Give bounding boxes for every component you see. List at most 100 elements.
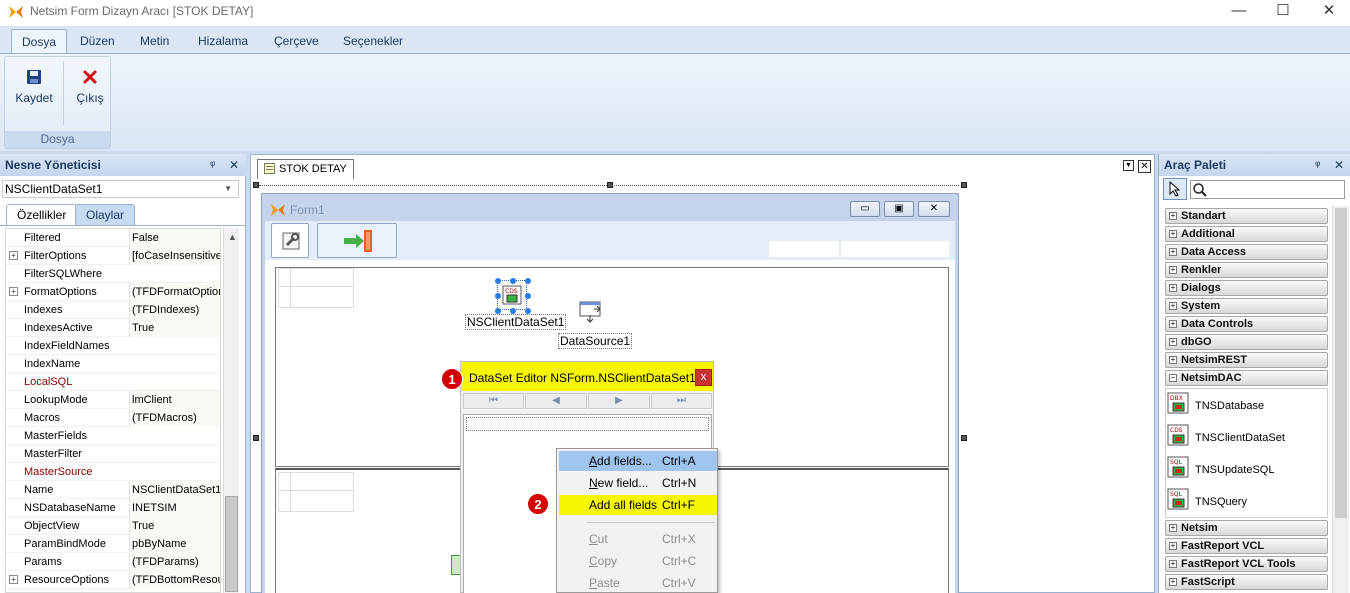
property-value[interactable]: (TFDFormatOption bbox=[129, 283, 220, 301]
scroll-up-icon[interactable]: ▲ bbox=[228, 232, 237, 242]
selection-handle[interactable] bbox=[510, 278, 516, 284]
context-menu-item[interactable]: Add all fields Ctrl+F bbox=[559, 495, 717, 515]
expand-icon[interactable]: + bbox=[1169, 320, 1177, 328]
form-close-button[interactable]: ✕ bbox=[918, 201, 950, 217]
palette-category[interactable]: + NetsimREST bbox=[1165, 352, 1328, 368]
expand-icon[interactable]: + bbox=[1169, 356, 1177, 364]
palette-component[interactable]: SQL TNSUpdateSQL bbox=[1167, 454, 1327, 486]
expand-icon[interactable]: + bbox=[9, 575, 18, 584]
expand-icon[interactable]: + bbox=[1169, 560, 1177, 568]
settings-button[interactable] bbox=[271, 223, 309, 258]
context-menu-item[interactable]: Paste Ctrl+V bbox=[559, 573, 717, 593]
context-menu-item[interactable]: Copy Ctrl+C bbox=[559, 551, 717, 571]
palette-search-field[interactable] bbox=[1190, 180, 1345, 199]
palette-category[interactable]: + Netsim bbox=[1165, 520, 1328, 536]
property-row[interactable]: + ResourceOptions (TFDBottomResour bbox=[6, 571, 220, 589]
form-minimize-button[interactable]: ▭ bbox=[850, 201, 880, 217]
exit-form-button[interactable] bbox=[317, 223, 397, 258]
context-menu-item[interactable]: New field... Ctrl+N bbox=[559, 473, 717, 493]
property-value[interactable]: (TFDIndexes) bbox=[129, 301, 220, 319]
expand-icon[interactable]: + bbox=[1169, 230, 1177, 238]
selection-handle[interactable] bbox=[495, 293, 501, 299]
property-scrollbar[interactable]: ▲ bbox=[223, 228, 239, 593]
form-maximize-button[interactable]: ▣ bbox=[884, 201, 914, 217]
context-menu-item[interactable]: Add fields... Ctrl+A bbox=[559, 451, 717, 471]
palette-category[interactable]: + dbGO bbox=[1165, 334, 1328, 350]
palette-category[interactable]: + Data Access bbox=[1165, 244, 1328, 260]
nav-last-button[interactable]: ⏭ bbox=[651, 393, 712, 409]
property-row[interactable]: ParamBindMode pbByName bbox=[6, 535, 220, 553]
property-value[interactable]: (TFDBottomResour bbox=[129, 571, 220, 589]
property-row[interactable]: ObjectView True bbox=[6, 517, 220, 535]
palette-scrollbar[interactable] bbox=[1332, 206, 1349, 593]
property-grid[interactable]: Filtered False + FilterOptions [foCaseInsens… bbox=[5, 228, 221, 593]
property-row[interactable]: LookupMode lmClient bbox=[6, 391, 220, 409]
property-row[interactable]: MasterFilter bbox=[6, 445, 220, 463]
palette-category[interactable]: + Renkler bbox=[1165, 262, 1328, 278]
close-icon[interactable]: ✕ bbox=[229, 154, 239, 176]
property-row[interactable]: MasterFields bbox=[6, 427, 220, 445]
context-menu-item[interactable]: Cut Ctrl+X bbox=[559, 529, 717, 549]
expand-icon[interactable]: + bbox=[1169, 266, 1177, 274]
property-value[interactable]: pbByName bbox=[129, 535, 220, 553]
palette-category[interactable]: + Data Controls bbox=[1165, 316, 1328, 332]
expand-icon[interactable]: + bbox=[9, 287, 18, 296]
property-row[interactable]: + FormatOptions (TFDFormatOption bbox=[6, 283, 220, 301]
palette-component[interactable]: CDS TNSClientDataSet bbox=[1167, 422, 1327, 454]
property-row[interactable]: NSDatabaseName INETSIM bbox=[6, 499, 220, 517]
palette-category[interactable]: + System bbox=[1165, 298, 1328, 314]
pointer-tool[interactable] bbox=[1163, 178, 1187, 200]
property-row[interactable]: Params (TFDParams) bbox=[6, 553, 220, 571]
selection-handle[interactable] bbox=[525, 278, 531, 284]
expand-icon[interactable]: + bbox=[1169, 542, 1177, 550]
resize-handle[interactable] bbox=[961, 435, 967, 441]
property-row[interactable]: IndexesActive True bbox=[6, 319, 220, 337]
collapse-icon[interactable]: − bbox=[1169, 374, 1177, 382]
scroll-thumb[interactable] bbox=[1335, 208, 1347, 518]
tab-duzen[interactable]: Düzen bbox=[70, 29, 125, 54]
property-row[interactable]: Indexes (TFDIndexes) bbox=[6, 301, 220, 319]
property-row[interactable]: IndexFieldNames bbox=[6, 337, 220, 355]
save-button[interactable]: Kaydet bbox=[7, 61, 61, 125]
palette-category[interactable]: + FastReport VCL bbox=[1165, 538, 1328, 554]
property-value[interactable]: (TFDParams) bbox=[129, 553, 220, 571]
maximize-button[interactable]: ☐ bbox=[1260, 0, 1306, 24]
property-value[interactable]: lmClient bbox=[129, 391, 220, 409]
selection-handle[interactable] bbox=[495, 278, 501, 284]
close-tab-icon[interactable]: ✕ bbox=[1138, 160, 1151, 173]
expand-icon[interactable]: + bbox=[1169, 524, 1177, 532]
tab-cerceve[interactable]: Çerçeve bbox=[264, 29, 329, 54]
pin-icon[interactable]: ᵠ bbox=[210, 154, 215, 176]
nav-next-button[interactable]: ▶ bbox=[588, 393, 650, 409]
nav-prior-button[interactable]: ◀ bbox=[525, 393, 587, 409]
expand-icon[interactable]: + bbox=[1169, 338, 1177, 346]
expand-icon[interactable]: + bbox=[1169, 284, 1177, 292]
nsclientdataset1-component[interactable]: CDS bbox=[495, 278, 531, 314]
expand-icon[interactable]: + bbox=[1169, 212, 1177, 220]
dataset-editor-close-button[interactable]: x bbox=[695, 369, 712, 386]
tab-hizalama[interactable]: Hizalama bbox=[188, 29, 258, 54]
tab-ozellikler[interactable]: Özellikler bbox=[6, 204, 78, 226]
tab-dosya[interactable]: Dosya bbox=[11, 29, 68, 54]
palette-category[interactable]: − NetsimDAC bbox=[1165, 370, 1328, 386]
palette-category[interactable]: + Standart bbox=[1165, 208, 1328, 224]
tab-metin[interactable]: Metin bbox=[130, 29, 179, 54]
tab-list-dropdown[interactable]: ▼ bbox=[1123, 160, 1134, 171]
property-value[interactable]: NSClientDataSet1 bbox=[129, 481, 220, 499]
property-value[interactable]: False bbox=[129, 229, 220, 247]
expand-icon[interactable]: + bbox=[1169, 248, 1177, 256]
pin-icon[interactable]: ᵠ bbox=[1315, 154, 1320, 176]
expand-icon[interactable]: + bbox=[1169, 302, 1177, 310]
exit-button[interactable]: Çıkış bbox=[63, 61, 117, 125]
property-row[interactable]: MasterSource bbox=[6, 463, 220, 481]
resize-handle[interactable] bbox=[961, 182, 967, 188]
resize-handle[interactable] bbox=[253, 435, 259, 441]
property-row[interactable]: IndexName bbox=[6, 355, 220, 373]
property-value[interactable]: INETSIM bbox=[129, 499, 220, 517]
property-row[interactable]: + FilterOptions [foCaseInsensitive bbox=[6, 247, 220, 265]
palette-category[interactable]: + Additional bbox=[1165, 226, 1328, 242]
property-value[interactable]: (TFDMacros) bbox=[129, 409, 220, 427]
tab-secenekler[interactable]: Seçenekler bbox=[333, 29, 413, 54]
palette-component[interactable]: DBX TNSDatabase bbox=[1167, 390, 1327, 422]
tab-olaylar[interactable]: Olaylar bbox=[75, 204, 136, 226]
